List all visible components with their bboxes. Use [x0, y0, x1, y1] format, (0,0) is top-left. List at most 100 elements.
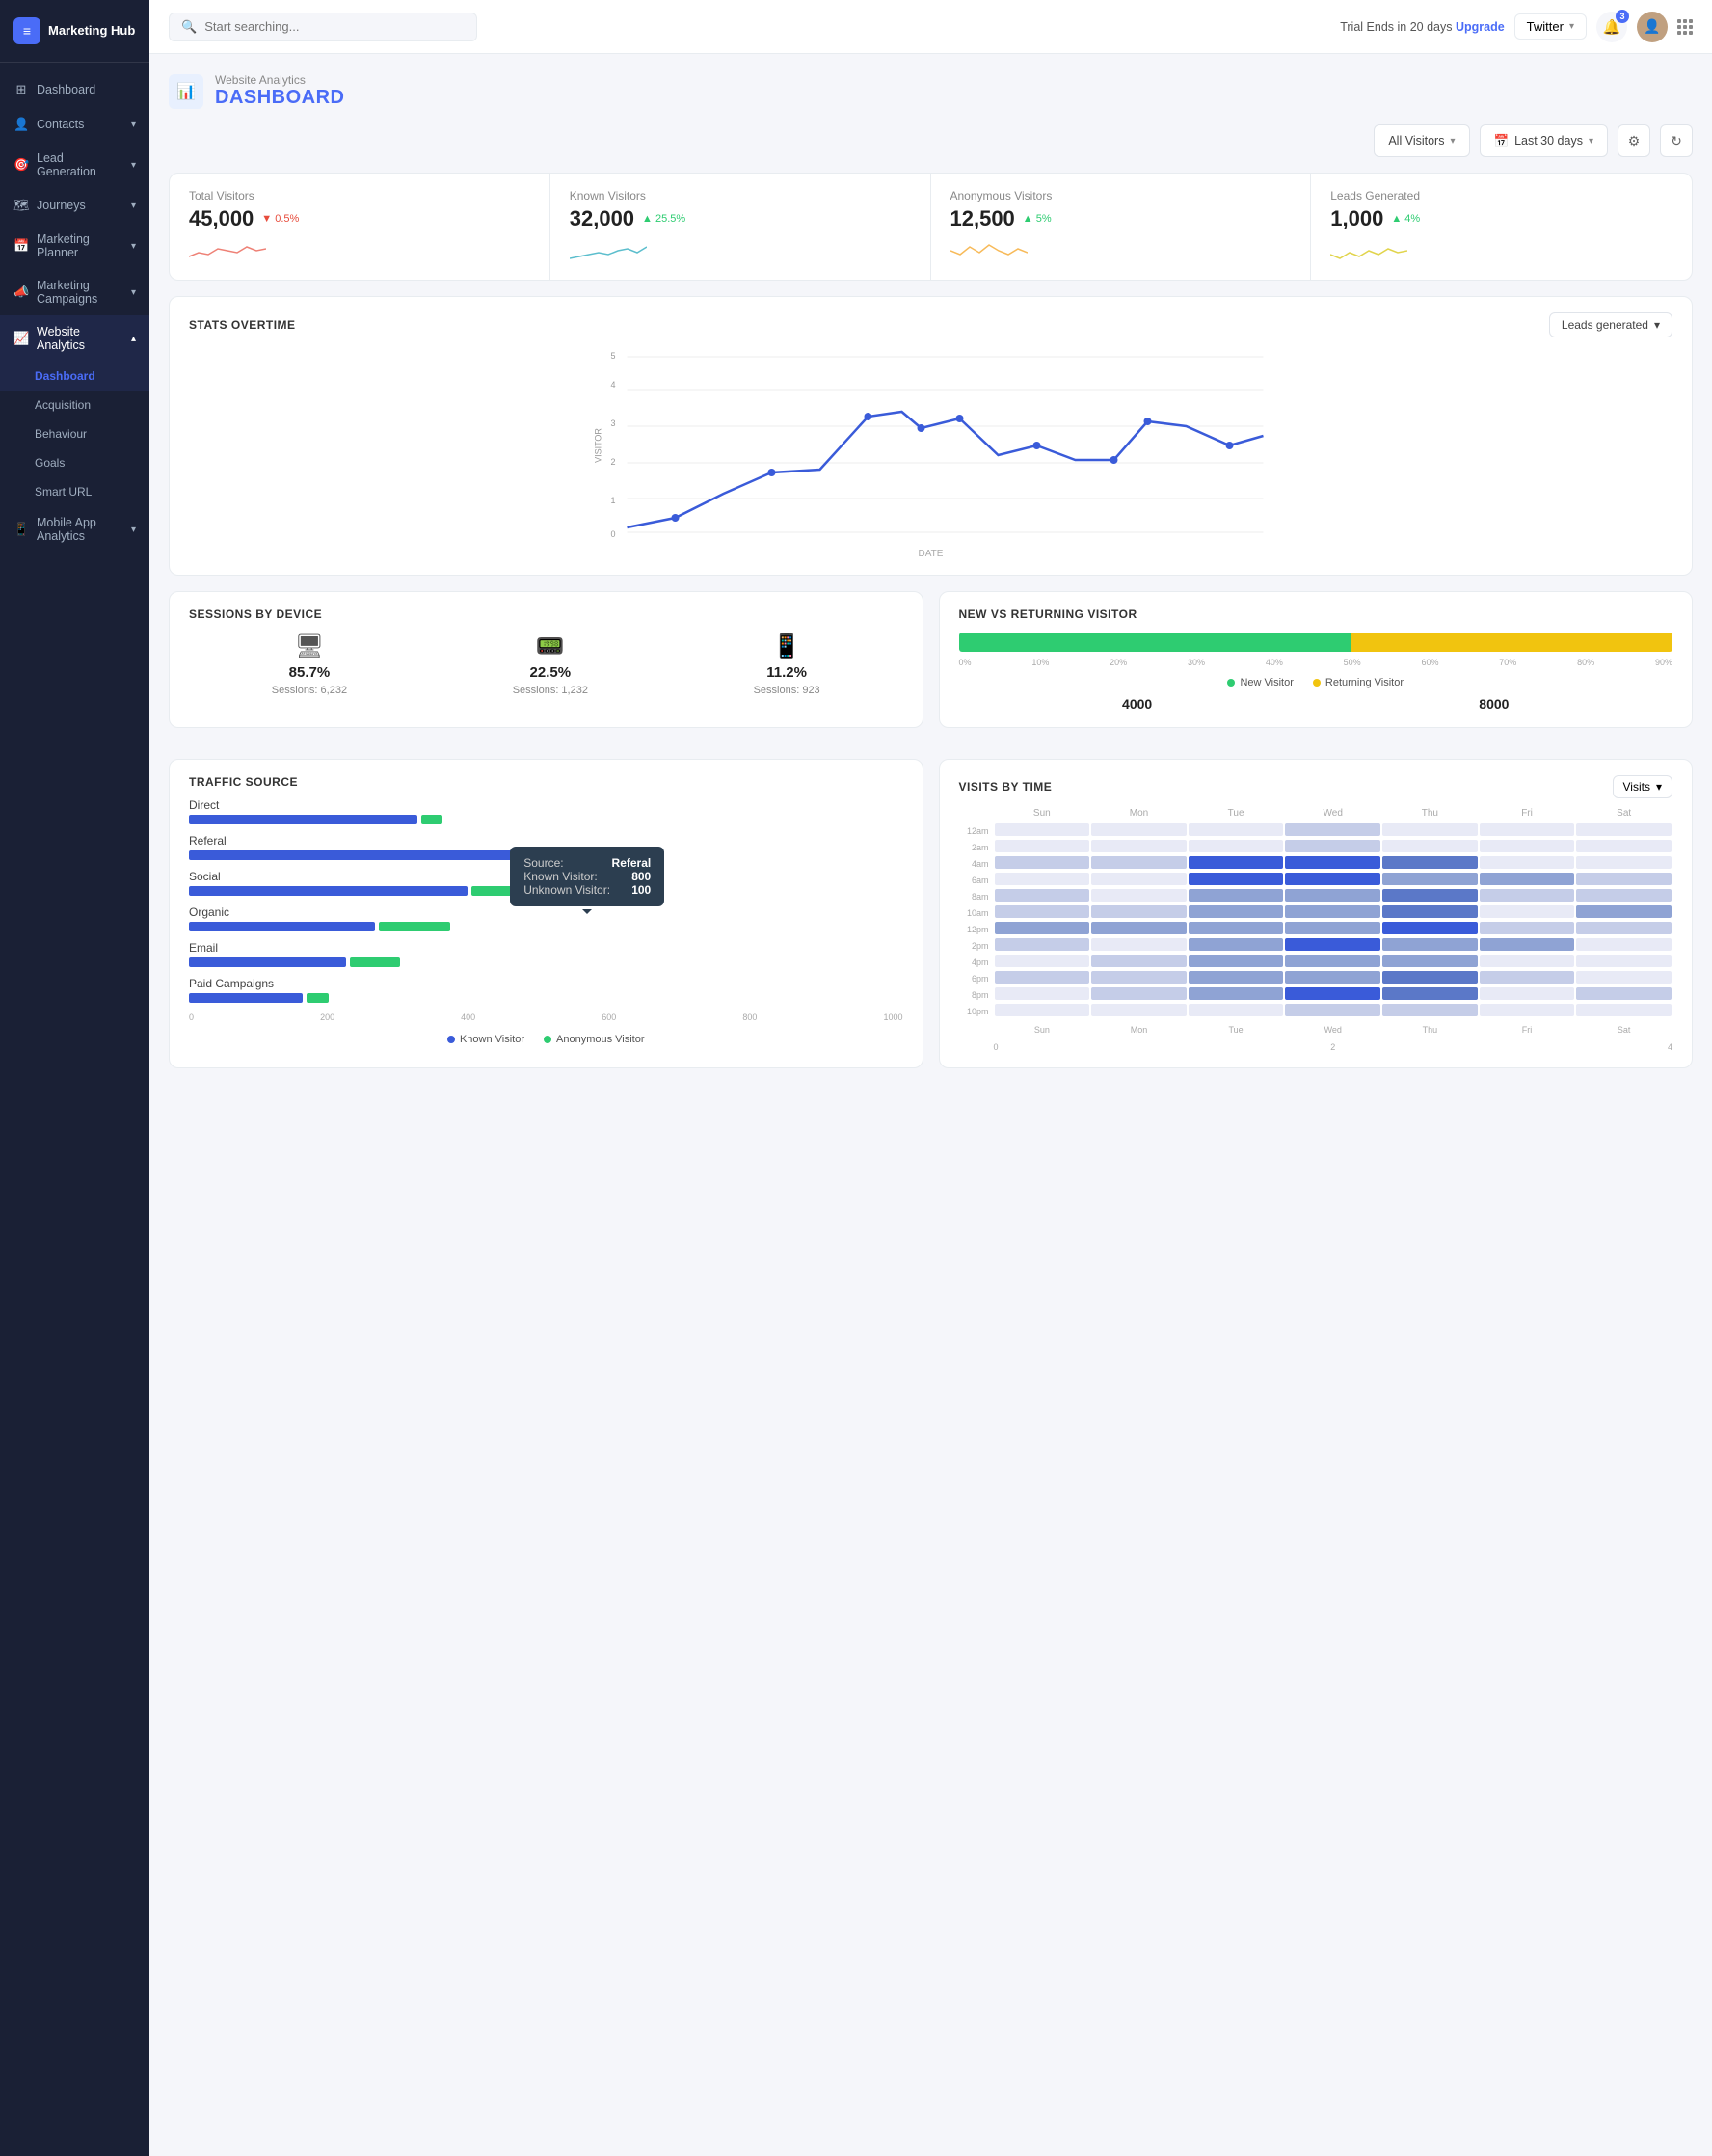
- heatmap-cell: [1382, 922, 1478, 934]
- ts-known-label: Known Visitor: [460, 1034, 524, 1045]
- refresh-button[interactable]: ↻: [1660, 124, 1693, 157]
- visits-select[interactable]: Visits ▾: [1613, 775, 1672, 798]
- heatmap-cell: [1576, 1004, 1672, 1016]
- heatmap-cell: [1382, 905, 1478, 918]
- heatmap-cell: [1382, 938, 1478, 951]
- nvr-returning-dot: [1313, 679, 1321, 687]
- sidebar-item-marketing-planner[interactable]: 📅 Marketing Planner ▾: [0, 223, 149, 269]
- marketing-planner-icon: 📅: [13, 238, 29, 254]
- website-analytics-icon: 📈: [13, 331, 29, 346]
- heatmap-cell: [995, 938, 1090, 951]
- leads-generated-value: 1,000: [1330, 206, 1383, 231]
- total-visitors-sparkline: [189, 237, 530, 264]
- sidebar-item-marketing-campaigns[interactable]: 📣 Marketing Campaigns ▾: [0, 269, 149, 315]
- marketing-campaigns-chevron: ▾: [131, 287, 136, 298]
- heatmap-cell: [1480, 823, 1575, 836]
- content-area: 📊 Website Analytics DASHBOARD All Visito…: [149, 54, 1712, 2156]
- nvr-bar: [959, 633, 1673, 652]
- journeys-chevron: ▾: [131, 201, 136, 211]
- sidebar-item-lead-generation[interactable]: 🎯 Lead Generation ▾: [0, 142, 149, 188]
- filter-funnel-icon: ⚙: [1628, 133, 1641, 149]
- new-vs-returning-card: NEW VS RETURNING VISITOR 0%10%20%30%40%5…: [939, 591, 1694, 728]
- visitor-filter-label: All Visitors: [1388, 134, 1444, 148]
- sidebar-label-website-analytics: Website Analytics: [37, 325, 123, 352]
- apps-grid-icon[interactable]: [1677, 19, 1693, 35]
- total-visitors-change: ▼ 0.5%: [261, 213, 299, 225]
- nvr-legend: New Visitor Returning Visitor: [959, 677, 1673, 688]
- refresh-icon: ↻: [1671, 133, 1682, 149]
- anonymous-visitors-value: 12,500: [950, 206, 1015, 231]
- heatmap-cell: [1091, 938, 1187, 951]
- sidebar-item-mobile-app-analytics[interactable]: 📱 Mobile App Analytics ▾: [0, 506, 149, 552]
- sidebar-item-contacts[interactable]: 👤 Contacts ▾: [0, 107, 149, 142]
- heatmap-time-4: 8am: [959, 888, 994, 904]
- heatmap-cell: [1576, 955, 1672, 967]
- heatmap-cell: [1382, 971, 1478, 984]
- stats-select-label: Leads generated: [1562, 318, 1648, 332]
- visitor-filter-button[interactable]: All Visitors ▾: [1374, 124, 1469, 157]
- sidebar-sub-item-goals[interactable]: Goals: [0, 448, 149, 477]
- leads-generated-change: ▲ 4%: [1391, 213, 1420, 225]
- heatmap-cell: [1480, 987, 1575, 1000]
- heatmap-day-bottom: Fri: [1479, 1025, 1576, 1035]
- nvr-bar-returning: [1351, 633, 1672, 652]
- heatmap-cell: [1285, 823, 1380, 836]
- stat-card-known-visitors: Known Visitors 32,000 ▲ 25.5%: [550, 174, 931, 280]
- settings-filter-button[interactable]: ⚙: [1618, 124, 1650, 157]
- nvr-returning-label: Returning Visitor: [1325, 677, 1404, 688]
- sidebar-item-website-analytics[interactable]: 📈 Website Analytics ▴: [0, 315, 149, 362]
- trial-text: Trial Ends in 20 days Upgrade: [1340, 20, 1504, 34]
- nvr-new-legend: New Visitor: [1227, 677, 1293, 688]
- tooltip-known-label: Known Visitor:: [523, 870, 597, 883]
- search-input[interactable]: [204, 19, 465, 34]
- heatmap-cell: [995, 840, 1090, 852]
- date-filter-chevron: ▾: [1589, 136, 1593, 147]
- heatmap-cell: [1576, 922, 1672, 934]
- heatmap-cell: [995, 971, 1090, 984]
- sidebar-sub-item-dashboard[interactable]: Dashboard: [0, 362, 149, 391]
- ts-organic-anon: [379, 922, 450, 931]
- heatmap-day-bottom: Wed: [1284, 1025, 1381, 1035]
- heatmap-cell: [1189, 938, 1284, 951]
- heatmap-cell: [1480, 1004, 1575, 1016]
- nvr-counts: 4000 8000: [959, 694, 1673, 712]
- twitter-chevron: ▾: [1569, 21, 1574, 32]
- ts-email: Email: [189, 941, 903, 967]
- upgrade-link[interactable]: Upgrade: [1456, 20, 1505, 34]
- sidebar-sub-item-smart-url[interactable]: Smart URL: [0, 477, 149, 506]
- notifications-button[interactable]: 🔔 3: [1596, 12, 1627, 42]
- search-box[interactable]: 🔍: [169, 13, 477, 41]
- user-avatar[interactable]: 👤: [1637, 12, 1668, 42]
- heatmap-cell: [1189, 823, 1284, 836]
- sidebar-item-journeys[interactable]: 🗺 Journeys ▾: [0, 188, 149, 223]
- svg-text:2: 2: [611, 457, 616, 467]
- ts-social-anon: [471, 886, 514, 896]
- heatmap-cell: [1382, 1004, 1478, 1016]
- ts-legend-known: Known Visitor: [447, 1034, 524, 1045]
- heatmap-day-header: Wed: [1284, 808, 1381, 822]
- sidebar-sub-item-behaviour[interactable]: Behaviour: [0, 419, 149, 448]
- twitter-button[interactable]: Twitter ▾: [1514, 13, 1587, 40]
- app-logo[interactable]: ≡ Marketing Hub: [0, 0, 149, 63]
- leads-generated-sparkline: [1330, 237, 1672, 264]
- heatmap-time-11: 10pm: [959, 1003, 994, 1019]
- heatmap-cell: [1480, 955, 1575, 967]
- sidebar-item-dashboard[interactable]: ⊞ Dashboard: [0, 72, 149, 107]
- stats-overtime-select[interactable]: Leads generated ▾: [1549, 312, 1672, 337]
- tooltip-source-val: Referal: [612, 856, 652, 870]
- heatmap-cell: [1382, 873, 1478, 885]
- line-chart-svg: 0 1 2 3 4 5 VISITOR: [189, 349, 1672, 542]
- heatmap-cell: [1091, 873, 1187, 885]
- ts-direct: Direct: [189, 798, 903, 824]
- svg-text:3: 3: [611, 418, 616, 428]
- tablet-pct: 22.5%: [530, 664, 572, 681]
- heatmap-day-header: Tue: [1188, 808, 1285, 822]
- dashboard-icon: ⊞: [13, 82, 29, 97]
- logo-icon: ≡: [13, 17, 40, 44]
- mobile-analytics-icon: 📱: [13, 522, 29, 537]
- date-filter-button[interactable]: 📅 Last 30 days ▾: [1480, 124, 1609, 157]
- date-filter-label: Last 30 days: [1514, 134, 1583, 148]
- heatmap-time-9: 6pm: [959, 970, 994, 986]
- visits-header: VISITS BY TIME Visits ▾: [959, 775, 1673, 798]
- sidebar-sub-item-acquisition[interactable]: Acquisition: [0, 391, 149, 419]
